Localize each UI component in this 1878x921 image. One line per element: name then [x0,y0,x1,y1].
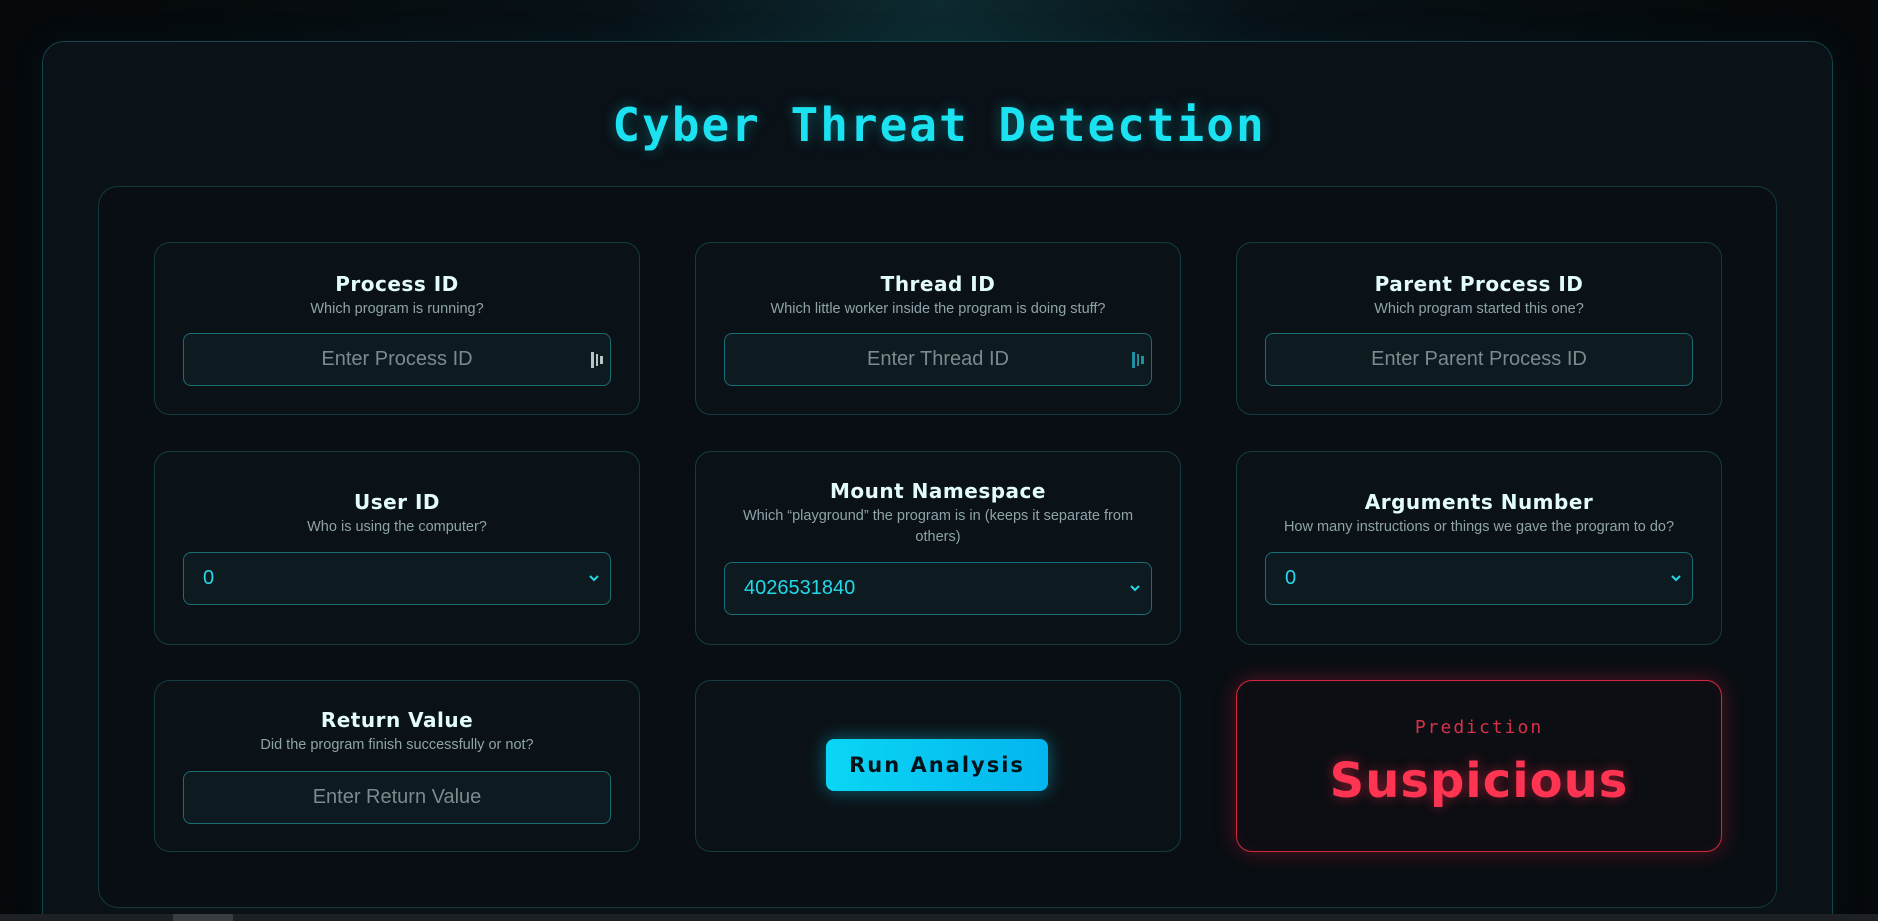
thread-id-description: Which little worker inside the program i… [770,301,1106,317]
mount-namespace-card: Mount Namespace Which “playground” the p… [695,451,1181,645]
chevron-down-icon [1671,575,1681,582]
parent-process-id-placeholder: Enter Parent Process ID [1371,348,1587,370]
mount-namespace-select[interactable]: 4026531840 [724,562,1152,615]
process-id-placeholder: Enter Process ID [321,348,473,370]
process-id-card: Process ID Which program is running? Ent… [154,242,640,415]
page: Cyber Threat Detection Process ID Which … [0,0,1878,921]
scrollbar-thumb[interactable] [173,914,233,921]
process-id-input[interactable]: Enter Process ID [183,333,611,386]
chevron-down-icon [1130,585,1140,592]
mount-namespace-description: Which “playground” the program is in (ke… [742,508,1134,545]
run-analysis-card: Run Analysis [695,680,1181,852]
return-value-placeholder: Enter Return Value [312,786,482,808]
user-id-label: User ID [353,490,441,514]
arguments-number-selected-value: 0 [1285,567,1297,589]
thread-id-placeholder: Enter Thread ID [867,348,1009,370]
chevron-down-icon [589,575,599,582]
thread-id-label: Thread ID [880,272,996,296]
form-panel: Process ID Which program is running? Ent… [98,186,1777,908]
parent-process-id-label: Parent Process ID [1374,272,1584,296]
process-id-label: Process ID [335,272,459,296]
user-id-selected-value: 0 [203,567,215,589]
user-id-description: Who is using the computer? [307,519,487,535]
password-manager-key-icon[interactable] [1131,351,1145,369]
return-value-card: Return Value Did the program finish succ… [154,680,640,852]
arguments-number-select[interactable]: 0 [1265,552,1693,605]
arguments-number-description: How many instructions or things we gave … [1283,519,1675,535]
thread-id-input[interactable]: Enter Thread ID [724,333,1152,386]
prediction-card: Prediction Suspicious [1236,680,1722,852]
run-analysis-button[interactable]: Run Analysis [826,739,1048,791]
parent-process-id-card: Parent Process ID Which program started … [1236,242,1722,415]
return-value-input[interactable]: Enter Return Value [183,771,611,824]
thread-id-card: Thread ID Which little worker inside the… [695,242,1181,415]
parent-process-id-description: Which program started this one? [1374,301,1584,317]
prediction-label: Prediction [1414,717,1544,738]
page-title: Cyber Threat Detection [612,98,1266,152]
return-value-description: Did the program finish successfully or n… [260,737,534,753]
user-id-card: User ID Who is using the computer? 0 [154,451,640,645]
process-id-description: Which program is running? [310,301,484,317]
parent-process-id-input[interactable]: Enter Parent Process ID [1265,333,1693,386]
prediction-result: Suspicious [1329,753,1629,809]
arguments-number-label: Arguments Number [1364,490,1594,514]
horizontal-scrollbar[interactable] [0,914,1878,921]
mount-namespace-selected-value: 4026531840 [744,577,856,599]
user-id-select[interactable]: 0 [183,552,611,605]
password-manager-key-icon[interactable] [590,351,604,369]
arguments-number-card: Arguments Number How many instructions o… [1236,451,1722,645]
return-value-label: Return Value [320,708,474,732]
mount-namespace-label: Mount Namespace [830,479,1046,503]
